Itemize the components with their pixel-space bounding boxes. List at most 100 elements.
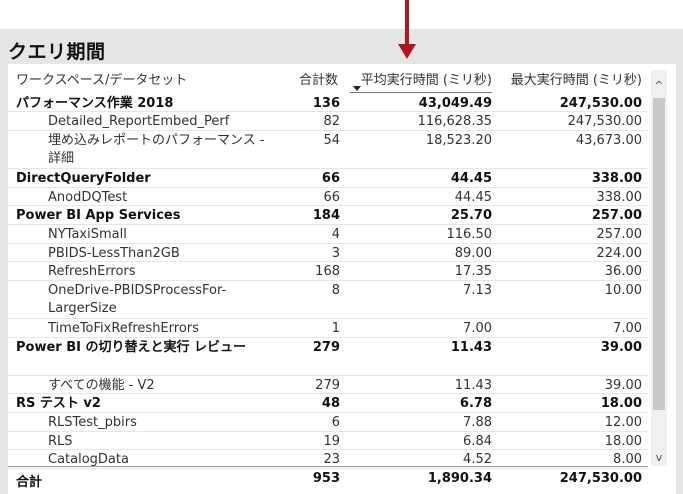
row-name: AnodDQTest [48, 190, 128, 205]
dataset-row[interactable]: Detailed_ReportEmbed_Perf 82 116,628.35 247… [8, 112, 648, 131]
total-row: 合計 953 1,890.34 247,530.00 [8, 466, 648, 490]
scrollbar-thumb[interactable] [653, 98, 665, 410]
row-avg-duration: 25.70 [450, 208, 492, 223]
row-count: 279 [315, 378, 340, 393]
row-name: RLSTest_pbirs [48, 415, 137, 430]
row-count: 82 [323, 114, 340, 129]
total-label: 合計 [16, 475, 43, 490]
row-avg-duration: 7.00 [463, 321, 492, 336]
row-avg-duration: 11.43 [454, 378, 492, 393]
row-name: RLS [48, 434, 73, 449]
row-max-duration: 39.00 [604, 378, 642, 393]
row-name: Power BI App Services [16, 208, 181, 223]
row-max-duration: 36.00 [604, 264, 642, 279]
dataset-row[interactable]: RLS 19 6.84 18.00 [8, 432, 648, 450]
dataset-row[interactable]: 埋め込みレポートのパフォーマンス - 詳細 54 18,523.20 43,673.0… [8, 131, 648, 169]
row-max-duration: 7.00 [613, 321, 642, 336]
total-count: 953 [312, 471, 340, 486]
row-count: 48 [321, 396, 340, 411]
header-avg-duration[interactable]: 平均実行時間 (ミリ秒) [350, 69, 492, 88]
header-total-count[interactable]: 合計数 [278, 69, 338, 88]
dataset-row[interactable]: RefreshErrors 168 17.35 36.00 [8, 262, 648, 281]
row-avg-duration: 44.45 [454, 190, 492, 205]
row-name: Power BI の切り替えと実行 レビュー [16, 340, 247, 355]
row-max-duration: 338.00 [591, 171, 642, 186]
row-max-duration: 18.00 [600, 396, 642, 411]
row-avg-duration: 11.43 [450, 340, 492, 355]
total-max: 247,530.00 [559, 471, 642, 486]
row-count: 279 [312, 340, 340, 355]
row-count: 3 [331, 246, 340, 261]
row-avg-duration: 17.35 [454, 264, 492, 279]
row-avg-duration: 6.78 [459, 396, 492, 411]
row-max-duration: 247,530.00 [559, 96, 642, 111]
chevron-down-icon[interactable]: v [651, 450, 667, 466]
group-row[interactable]: パフォーマンス作業 2018 136 43,049.49 247,530.00 [8, 94, 648, 112]
row-count: 66 [321, 171, 340, 186]
callout-arrow-shaft [405, 0, 409, 46]
row-count: 1 [331, 321, 340, 336]
row-avg-duration: 18,523.20 [425, 133, 492, 148]
dataset-row[interactable]: OneDrive-PBIDSProcessFor-LargerSize 8 7.13… [8, 281, 648, 319]
row-avg-duration: 7.13 [463, 283, 492, 298]
row-max-duration: 257.00 [591, 208, 642, 223]
row-max-duration: 247,530.00 [567, 114, 642, 129]
row-name: RefreshErrors [48, 264, 136, 279]
row-avg-duration: 44.45 [450, 171, 492, 186]
sort-descending-icon[interactable] [353, 86, 361, 91]
row-max-duration: 39.00 [600, 340, 642, 355]
row-name: パフォーマンス作業 2018 [16, 96, 174, 111]
row-name: 埋め込みレポートのパフォーマンス - 詳細 [48, 133, 265, 166]
callout-arrow-icon [398, 44, 416, 59]
row-max-duration: 43,673.00 [575, 133, 642, 148]
row-count: 66 [323, 190, 340, 205]
visual-title: クエリ期間 [8, 41, 106, 63]
row-count: 6 [331, 415, 340, 430]
row-name: Detailed_ReportEmbed_Perf [48, 114, 230, 129]
row-name: TimeToFixRefreshErrors [48, 321, 199, 336]
header-workspace-dataset[interactable]: ワークスペース/データセット [16, 69, 187, 88]
row-name: RS テスト v2 [16, 396, 101, 411]
row-name: NYTaxiSmall [48, 227, 127, 242]
dataset-row[interactable]: すべての機能 - V2 279 11.43 39.00 [8, 376, 648, 394]
matrix-body: パフォーマンス作業 2018 136 43,049.49 247,530.00 Deta… [8, 94, 648, 469]
group-row[interactable]: RS テスト v2 48 6.78 18.00 [8, 394, 648, 413]
row-name: PBIDS-LessThan2GB [48, 246, 180, 261]
row-name: OneDrive-PBIDSProcessFor-LargerSize [48, 283, 227, 316]
total-avg: 1,890.34 [427, 471, 492, 486]
row-max-duration: 257.00 [596, 227, 643, 242]
dataset-row[interactable]: TimeToFixRefreshErrors 1 7.00 7.00 [8, 319, 648, 338]
row-avg-duration: 116.50 [446, 227, 493, 242]
group-row[interactable]: DirectQueryFolder 66 44.45 338.00 [8, 169, 648, 188]
row-max-duration: 12.00 [604, 415, 642, 430]
row-count: 184 [312, 208, 340, 223]
row-avg-duration: 89.00 [454, 246, 492, 261]
row-count: 136 [312, 96, 340, 111]
row-count: 168 [315, 264, 340, 279]
dataset-row[interactable]: RLSTest_pbirs 6 7.88 12.00 [8, 413, 648, 432]
row-avg-duration: 7.88 [463, 415, 492, 430]
header-max-duration[interactable]: 最大実行時間 (ミリ秒) [500, 69, 642, 88]
row-max-duration: 338.00 [596, 190, 643, 205]
row-count: 54 [323, 133, 340, 148]
row-name: DirectQueryFolder [16, 171, 151, 186]
vertical-scrollbar[interactable]: ^ v [651, 70, 667, 466]
sorted-column-underline [350, 92, 492, 93]
group-row[interactable]: Power BI の切り替えと実行 レビュー 279 11.43 39.00 [8, 338, 648, 376]
dataset-row[interactable]: PBIDS-LessThan2GB 3 89.00 224.00 [8, 244, 648, 262]
dataset-row[interactable]: NYTaxiSmall 4 116.50 257.00 [8, 225, 648, 244]
row-max-duration: 18.00 [604, 434, 642, 449]
row-name: すべての機能 - V2 [48, 378, 155, 393]
row-avg-duration: 6.84 [463, 434, 492, 449]
row-avg-duration: 116,628.35 [417, 114, 492, 129]
row-max-duration: 224.00 [596, 246, 643, 261]
row-count: 19 [323, 434, 340, 449]
row-count: 8 [331, 283, 340, 298]
dataset-row[interactable]: AnodDQTest 66 44.45 338.00 [8, 188, 648, 206]
row-max-duration: 10.00 [604, 283, 642, 298]
row-avg-duration: 43,049.49 [418, 96, 492, 111]
row-count: 4 [331, 227, 340, 242]
group-row[interactable]: Power BI App Services 184 25.70 257.00 [8, 206, 648, 225]
report-page: クエリ期間 ワークスペース/データセット 合計数 平均実行時間 (ミリ秒) 最大… [0, 0, 683, 494]
chevron-up-icon[interactable]: ^ [651, 78, 667, 94]
